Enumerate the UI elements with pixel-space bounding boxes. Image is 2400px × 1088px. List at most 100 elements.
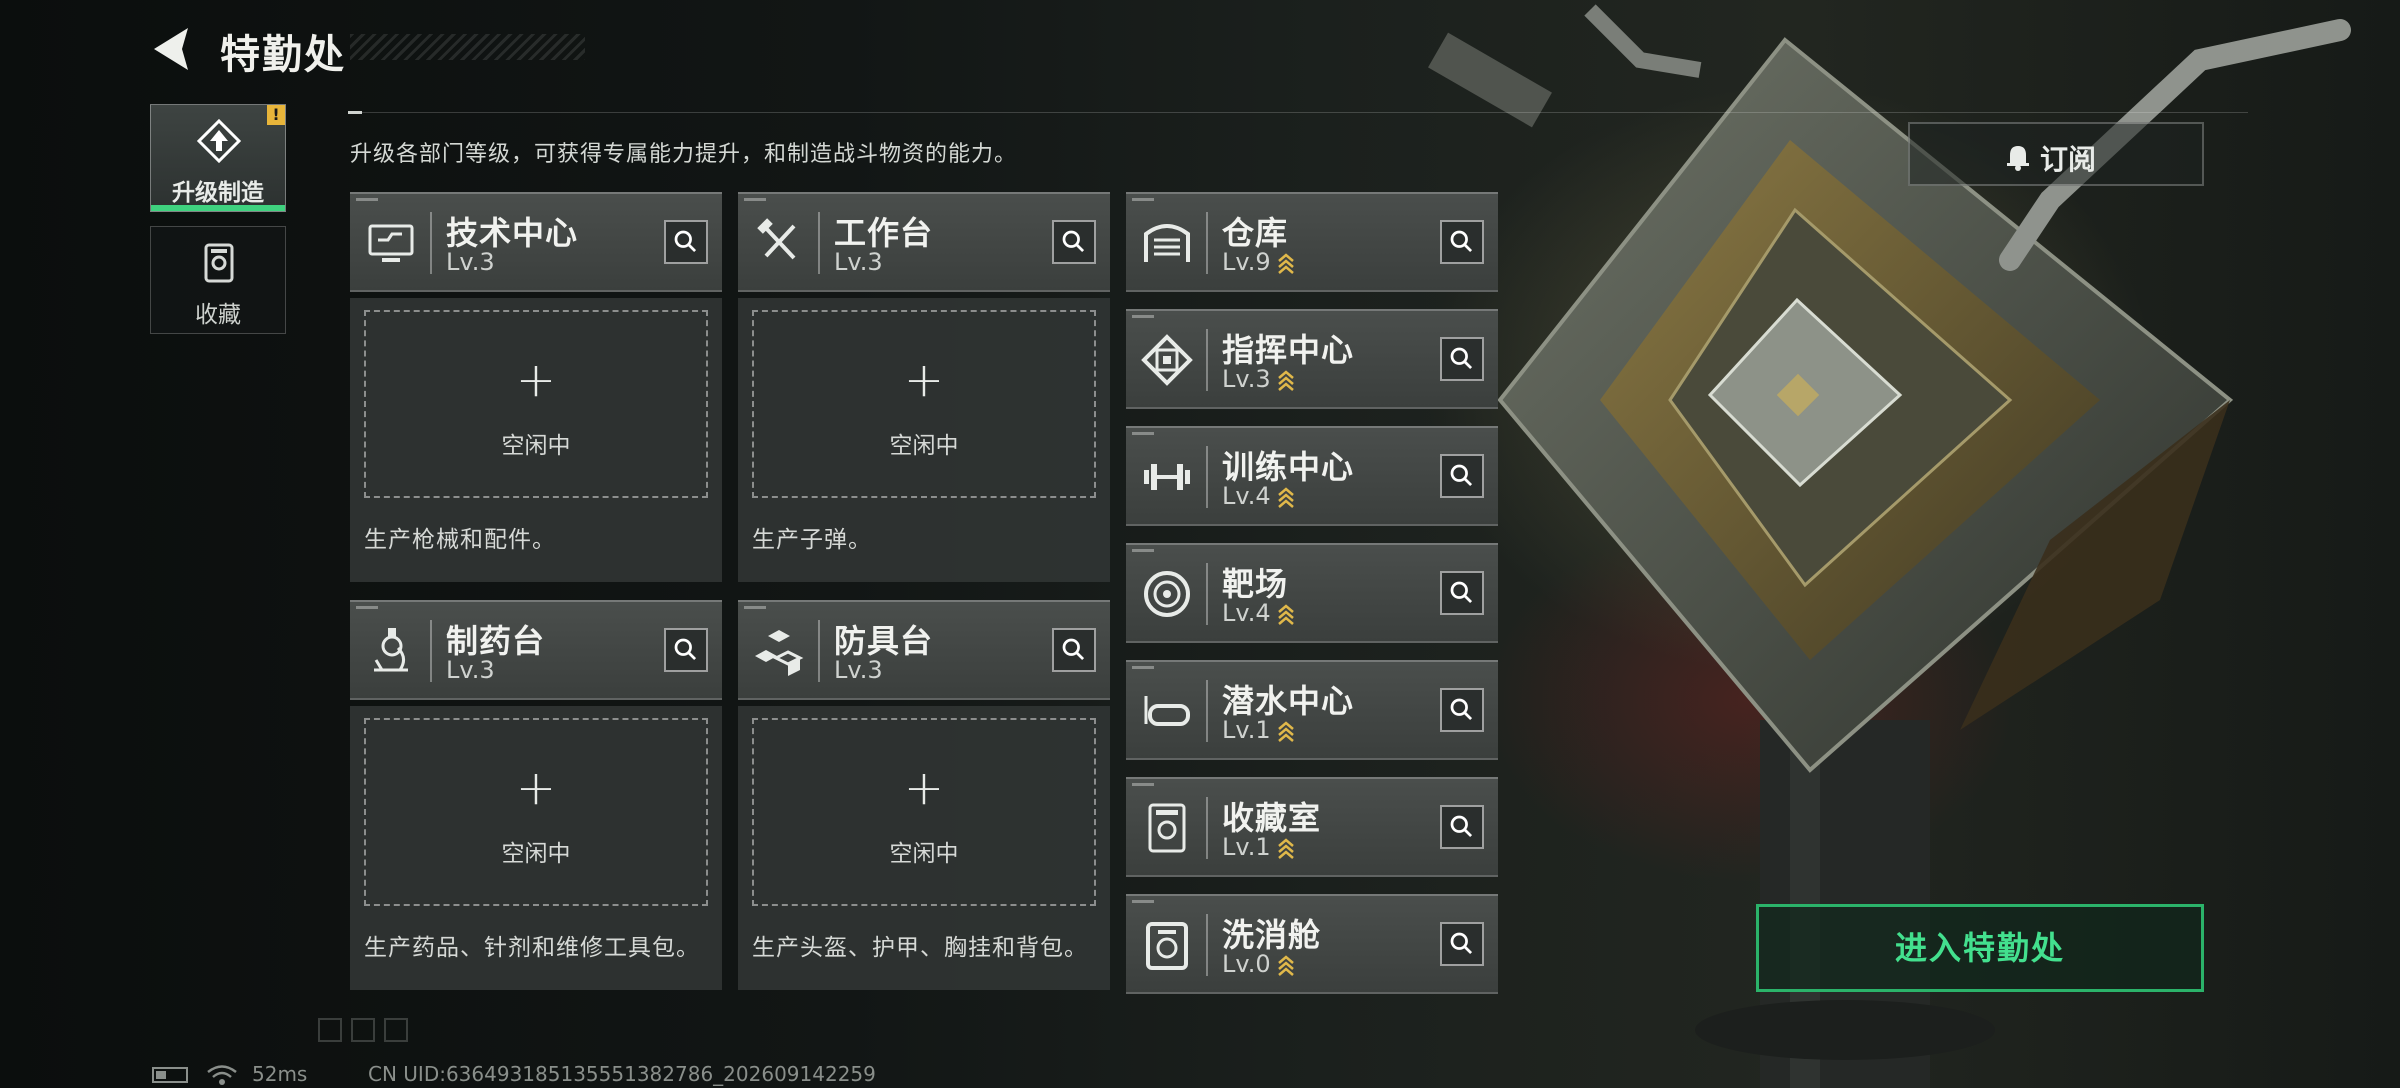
- search-icon[interactable]: [1440, 337, 1484, 381]
- subscribe-button[interactable]: 订阅: [1908, 122, 2204, 186]
- level-up-chevron-icon: [1277, 955, 1294, 976]
- production-panel-armor-bench: + 空闲中 生产头盔、护甲、胸挂和背包。: [738, 706, 1110, 990]
- facility-level-text: Lv.3: [1222, 365, 1271, 393]
- search-icon[interactable]: [1052, 628, 1096, 672]
- tab-upgrade-craft[interactable]: 升级制造 !: [150, 104, 286, 212]
- card-separator: [1206, 329, 1208, 391]
- tab-collection-label: 收藏: [195, 302, 241, 328]
- page-title: 特勤处: [220, 32, 346, 78]
- facility-card-workbench[interactable]: 工作台 Lv.3: [738, 192, 1110, 292]
- plus-icon: +: [903, 352, 945, 408]
- tab-upgrade-craft-label: 升级制造: [172, 180, 264, 206]
- card-separator: [430, 212, 432, 274]
- facility-level: Lv.3: [834, 656, 883, 684]
- plus-icon: +: [515, 352, 557, 408]
- card-separator: [1206, 446, 1208, 508]
- facility-level-text: Lv.9: [1222, 248, 1271, 276]
- card-corner-mark: [1132, 666, 1154, 669]
- warehouse-icon: [1144, 224, 1190, 262]
- facility-level: Lv.3: [834, 248, 883, 276]
- active-tab-indicator: [151, 205, 285, 211]
- facility-card-command-center[interactable]: 指挥中心 Lv.3: [1126, 309, 1498, 409]
- back-arrow-icon[interactable]: [148, 24, 198, 74]
- production-slot[interactable]: + 空闲中: [752, 310, 1096, 498]
- title-decoration: [350, 34, 585, 60]
- production-slot[interactable]: + 空闲中: [752, 718, 1096, 906]
- card-separator: [818, 620, 820, 682]
- search-icon[interactable]: [1440, 688, 1484, 732]
- production-description: 生产药品、针剂和维修工具包。: [364, 935, 700, 961]
- production-slot[interactable]: + 空闲中: [364, 310, 708, 498]
- production-description: 生产头盔、护甲、胸挂和背包。: [752, 935, 1088, 961]
- facility-card-training-center[interactable]: 训练中心 Lv.4: [1126, 426, 1498, 526]
- search-icon[interactable]: [1440, 454, 1484, 498]
- armor-bench-icon: [755, 630, 804, 676]
- decorative-squares: [318, 1018, 408, 1042]
- facility-level: Lv.3: [1222, 365, 1295, 393]
- ping-readout: 52ms: [252, 1062, 308, 1086]
- alert-badge: !: [267, 105, 285, 125]
- card-separator: [818, 212, 820, 274]
- card-corner-mark: [356, 198, 378, 201]
- facility-card-shooting-range[interactable]: 靶场 Lv.4: [1126, 543, 1498, 643]
- card-separator: [1206, 797, 1208, 859]
- search-icon[interactable]: [664, 628, 708, 672]
- workbench-icon: [757, 218, 796, 260]
- facility-card-tech-center[interactable]: 技术中心 Lv.3: [350, 192, 722, 292]
- card-separator: [1206, 563, 1208, 625]
- card-corner-mark: [1132, 315, 1154, 318]
- facility-level: Lv.3: [446, 656, 495, 684]
- search-icon[interactable]: [1052, 220, 1096, 264]
- plus-icon: +: [903, 760, 945, 816]
- facility-level: Lv.1: [1222, 833, 1295, 861]
- tab-collection[interactable]: 收藏: [150, 226, 286, 334]
- facility-level: Lv.4: [1222, 599, 1295, 627]
- card-separator: [430, 620, 432, 682]
- production-panel-workbench: + 空闲中 生产子弹。: [738, 298, 1110, 582]
- facility-card-pharmacy[interactable]: 制药台 Lv.3: [350, 600, 722, 700]
- collection-icon: [204, 243, 234, 283]
- subscribe-label: 订阅: [2040, 143, 2097, 176]
- facility-level-text: Lv.4: [1222, 482, 1271, 510]
- facility-level: Lv.9: [1222, 248, 1295, 276]
- facility-card-armor-bench[interactable]: 防具台 Lv.3: [738, 600, 1110, 700]
- training-center-icon: [1144, 464, 1190, 490]
- card-corner-mark: [1132, 432, 1154, 435]
- divider-tick: [348, 111, 362, 114]
- card-separator: [1206, 680, 1208, 742]
- production-slot[interactable]: + 空闲中: [364, 718, 708, 906]
- decon-chamber-icon: [1146, 922, 1188, 970]
- card-corner-mark: [1132, 198, 1154, 201]
- slot-status: 空闲中: [501, 841, 571, 867]
- uid-readout: CN UID:636493185135551382786_20260914225…: [368, 1062, 876, 1086]
- search-icon[interactable]: [1440, 805, 1484, 849]
- enter-special-ops-button[interactable]: 进入特勤处: [1756, 904, 2204, 992]
- search-icon[interactable]: [1440, 220, 1484, 264]
- production-description: 生产子弹。: [752, 527, 872, 553]
- facility-level-text: Lv.4: [1222, 599, 1271, 627]
- card-corner-mark: [744, 198, 766, 201]
- production-panel-tech-center: + 空闲中 生产枪械和配件。: [350, 298, 722, 582]
- search-icon[interactable]: [664, 220, 708, 264]
- facility-card-warehouse[interactable]: 仓库 Lv.9: [1126, 192, 1498, 292]
- slot-status: 空闲中: [889, 841, 959, 867]
- search-icon[interactable]: [1440, 922, 1484, 966]
- facility-level-text: Lv.1: [1222, 833, 1271, 861]
- facility-level: Lv.1: [1222, 716, 1295, 744]
- card-corner-mark: [1132, 900, 1154, 903]
- card-corner-mark: [744, 606, 766, 609]
- divider-line: [348, 112, 2248, 113]
- wifi-icon: [207, 1065, 237, 1085]
- enter-button-label: 进入特勤处: [1894, 929, 2065, 967]
- card-separator: [1206, 212, 1208, 274]
- facility-level-text: Lv.1: [1222, 716, 1271, 744]
- level-up-chevron-icon: [1277, 487, 1294, 508]
- facility-card-decon-chamber[interactable]: 洗消舱 Lv.0: [1126, 894, 1498, 994]
- search-icon[interactable]: [1440, 571, 1484, 615]
- card-corner-mark: [356, 606, 378, 609]
- page-subtitle: 升级各部门等级，可获得专属能力提升，和制造战斗物资的能力。: [350, 142, 1018, 167]
- production-panel-pharmacy: + 空闲中 生产药品、针剂和维修工具包。: [350, 706, 722, 990]
- facility-card-diving-center[interactable]: 潜水中心 Lv.1: [1126, 660, 1498, 760]
- facility-card-collection-room[interactable]: 收藏室 Lv.1: [1126, 777, 1498, 877]
- card-corner-mark: [1132, 783, 1154, 786]
